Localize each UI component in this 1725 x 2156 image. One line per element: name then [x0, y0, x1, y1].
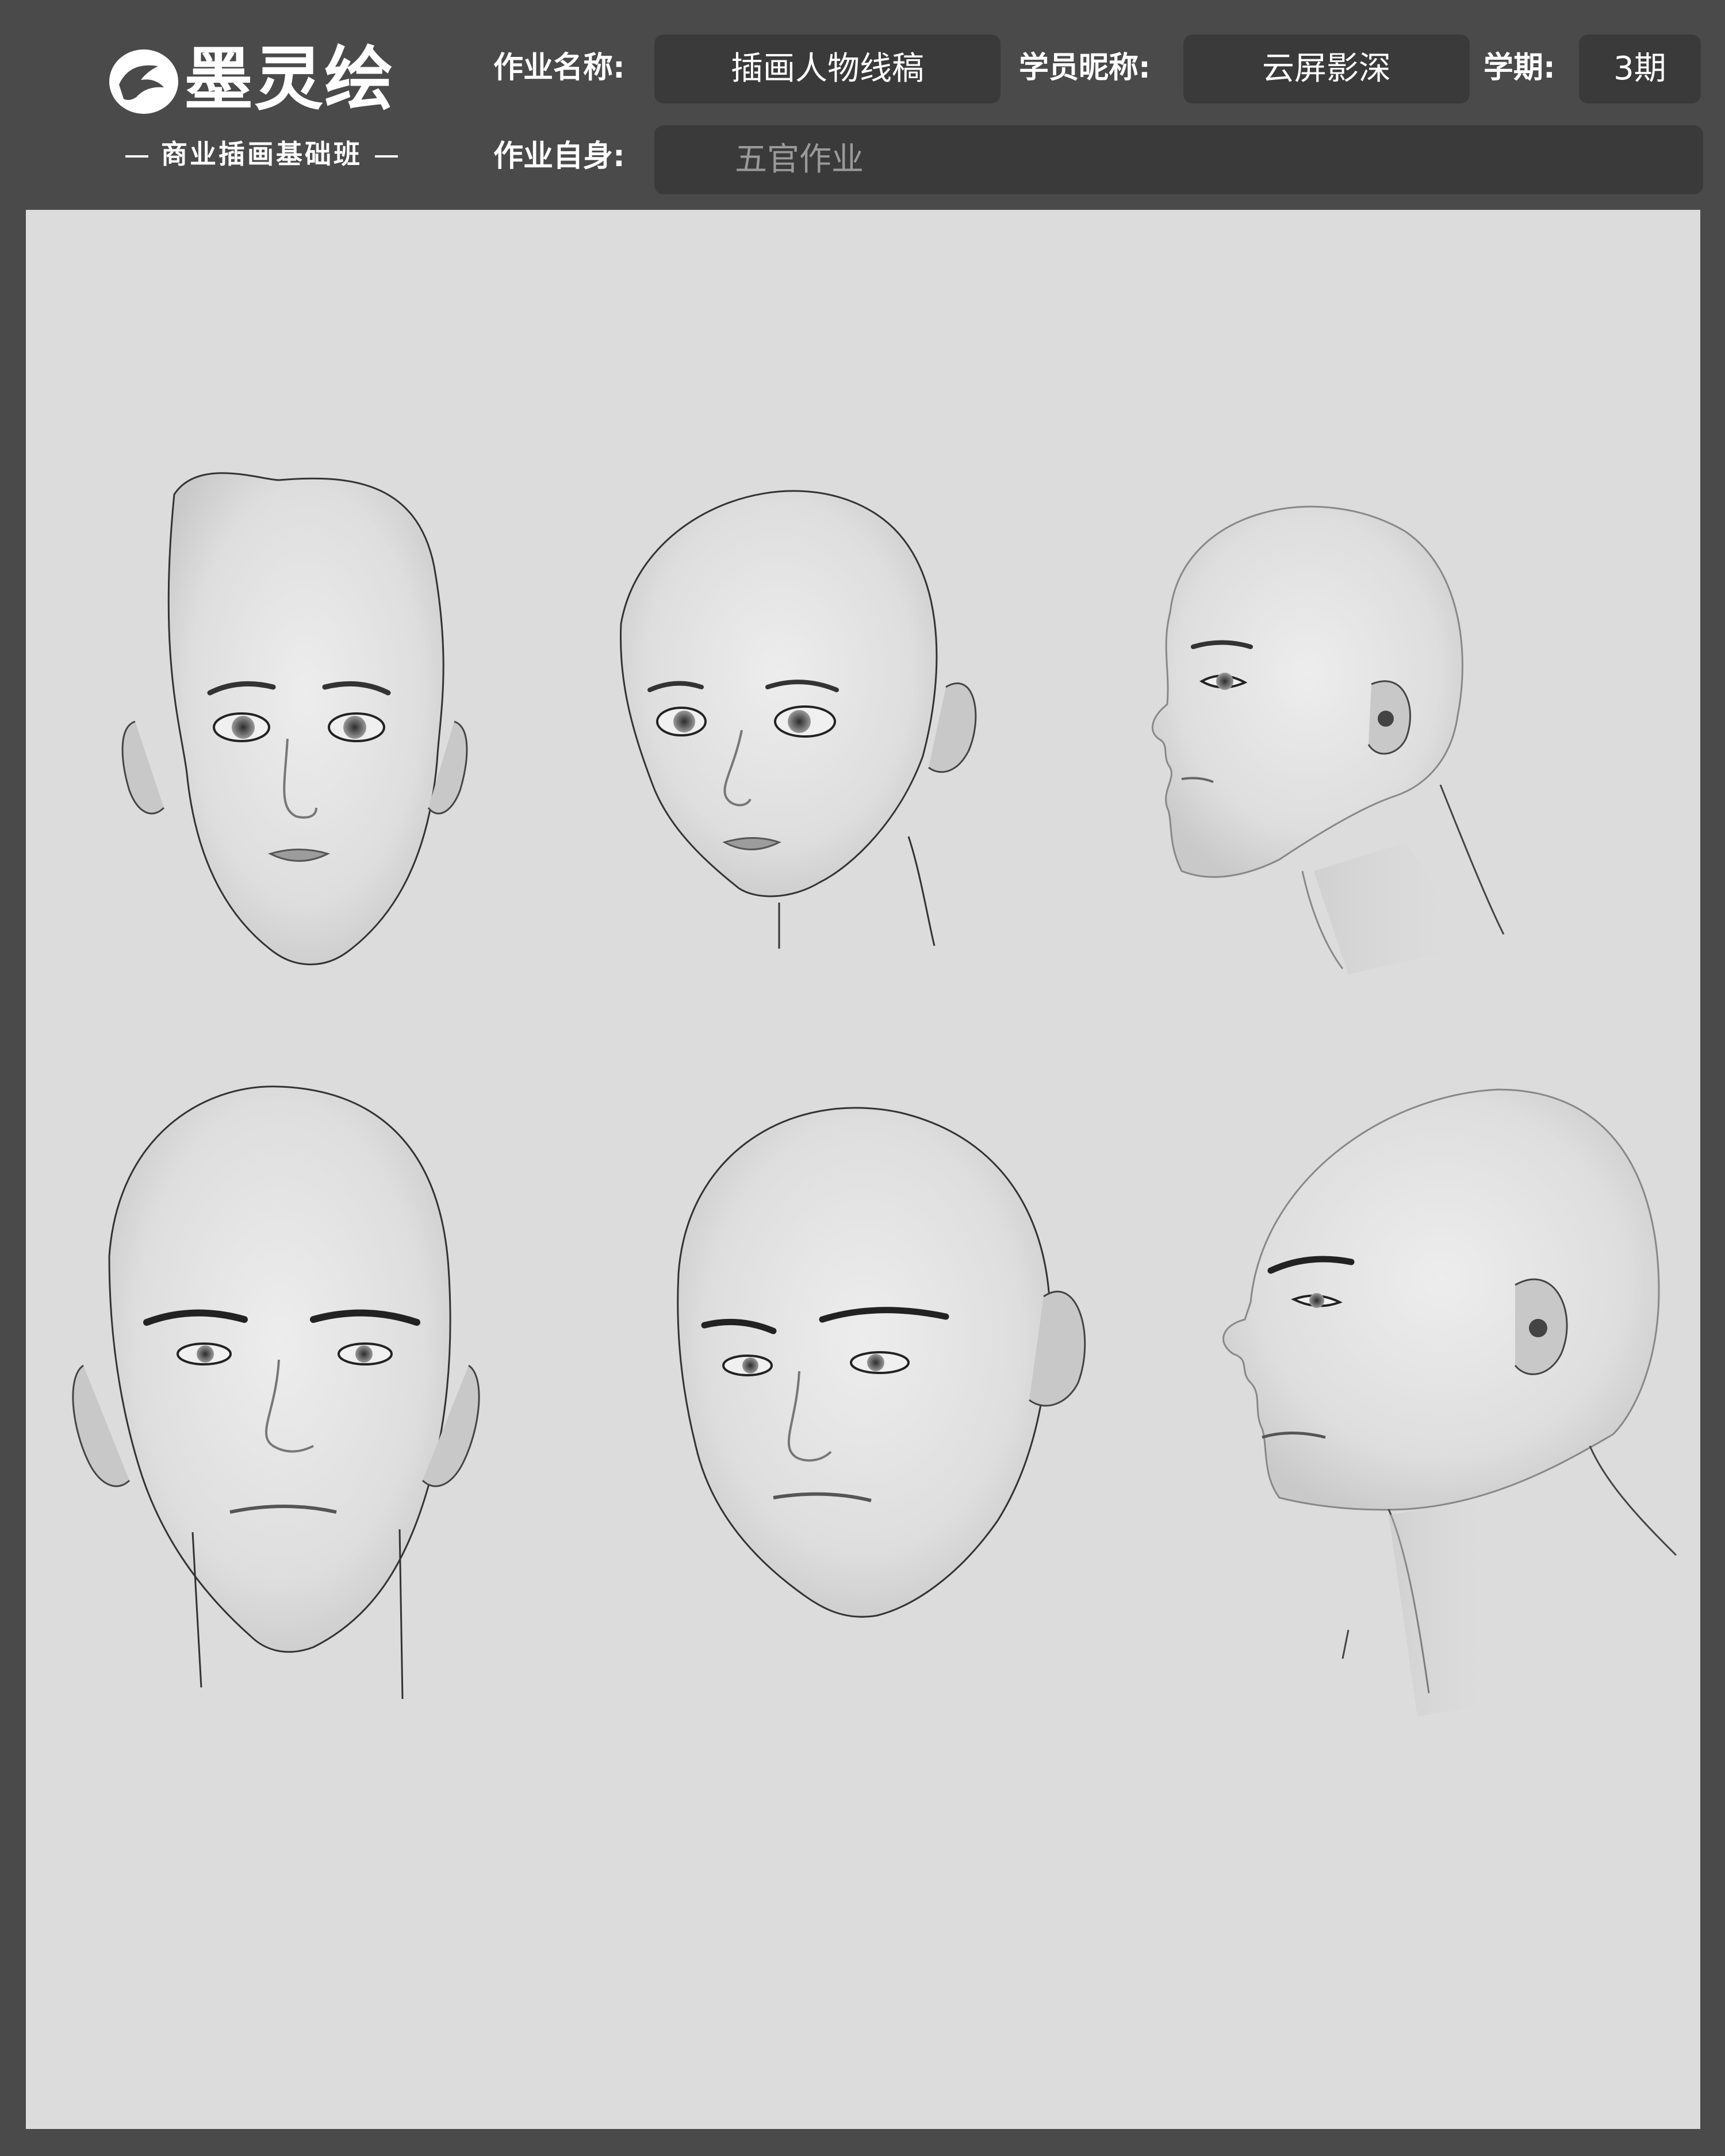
logo-subtitle: 商业插画基础班: [161, 139, 362, 170]
artwork-canvas: [26, 210, 1700, 2129]
student-nickname-label: 学员昵称:: [1019, 51, 1151, 85]
assignment-self-label: 作业自身:: [493, 139, 625, 174]
head-male-profile: [1222, 1088, 1677, 1716]
logo: 墨灵绘 商业插画基础班: [106, 40, 417, 174]
head-male-front: [72, 1085, 480, 1700]
assignment-name-field: 插画人物线稿: [654, 34, 1000, 103]
head-female-front: [121, 472, 468, 965]
head-male-three-quarter: [677, 1107, 1086, 1618]
header-bar: 墨灵绘 商业插画基础班 作业名称: 插画人物线稿 学员昵称: 云屏影深 学期: …: [0, 0, 1725, 210]
logo-title: 墨灵绘: [184, 40, 394, 120]
logo-dash-right: [375, 155, 398, 158]
student-nickname-field: 云屏影深: [1183, 34, 1470, 103]
logo-dash-left: [125, 155, 148, 158]
head-female-profile: [1151, 505, 1505, 975]
logo-mark-icon: [109, 49, 178, 114]
head-female-three-quarter: [619, 490, 977, 949]
assignment-self-field: 五官作业: [654, 125, 1703, 194]
term-field: 3期: [1579, 34, 1701, 103]
term-label: 学期:: [1483, 51, 1555, 85]
head-studies-artwork: [72, 472, 1677, 1716]
assignment-name-label: 作业名称:: [493, 51, 625, 85]
logo-subtitle-row: 商业插画基础班: [106, 133, 417, 171]
